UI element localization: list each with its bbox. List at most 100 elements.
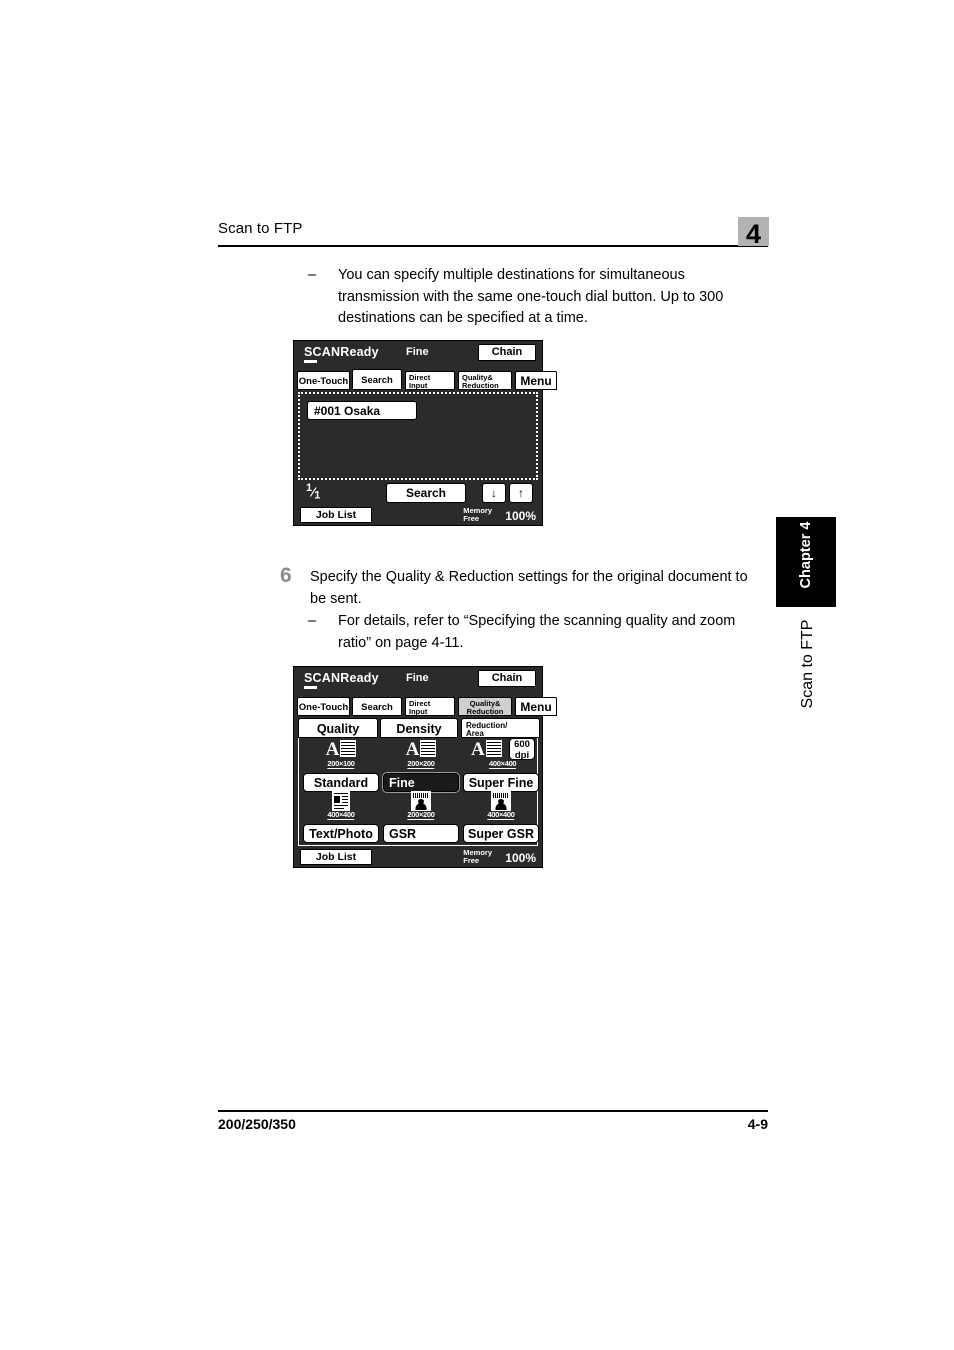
portrait-photo-glyph [491, 791, 511, 811]
step-6-text: Specify the Quality & Reduction settings… [310, 569, 748, 607]
chapter-number-box: 4 [738, 217, 769, 249]
lcd1-underscore-indicator [304, 360, 317, 363]
lcd2-tab-direct-input[interactable]: Direct Input [405, 697, 455, 716]
dpi-button-line2: dpi [514, 749, 530, 761]
letter-a-glyph: A [325, 739, 340, 760]
quality-option-text-photo-button[interactable]: Text/Photo [303, 824, 379, 843]
lcd1-status-text: SCANReady [304, 345, 379, 359]
quality-option-gsr-resolution: 200×200 [407, 810, 435, 820]
step-6-number: 6 [280, 564, 292, 587]
lcd2-subtab-reduction-area-label2: Area [466, 729, 484, 738]
chapter-number-text: 4 [745, 219, 762, 249]
quality-option-gsr[interactable]: 200×200 GSR [383, 791, 459, 843]
lcd2-tab-menu[interactable]: Menu [515, 697, 557, 716]
lcd2-subtab-reduction-area[interactable]: Reduction/ Area [461, 718, 540, 738]
lcd-panel-quality[interactable]: SCANReady Fine Chain One-Touch Search Di… [293, 666, 557, 868]
footer-rule [218, 1110, 768, 1112]
lcd2-tab-one-touch[interactable]: One-Touch [297, 697, 350, 716]
lcd2-job-list-button[interactable]: Job List [300, 849, 372, 865]
lcd2-chain-button[interactable]: Chain [478, 670, 536, 687]
dpi-button[interactable]: 600 dpi [509, 738, 535, 760]
lcd2-tab-row: One-Touch Search Direct Input Quality& R… [297, 697, 557, 718]
text-photo-doc-glyph [332, 791, 350, 811]
lcd1-tab-search[interactable]: Search [352, 369, 402, 390]
letter-a-glyph: A [471, 739, 485, 760]
lcd1-tab-direct-input-label2: Input [409, 381, 428, 390]
doc-lines-glyph [420, 740, 437, 757]
dpi-button-line1: 600 [514, 739, 530, 750]
lcd2-subtab-quality[interactable]: Quality [298, 718, 378, 738]
doc-lines-glyph [340, 740, 357, 757]
quality-option-text-photo[interactable]: 400×400 Text/Photo [303, 791, 379, 843]
lcd2-memory-percent: 100% [505, 851, 536, 865]
lcd1-page-total: 1 [314, 489, 321, 502]
text-doc-icon: A 200×100 [303, 740, 379, 770]
running-header: Scan to FTP [218, 219, 768, 247]
lcd2-tab-search-label: Search [361, 702, 393, 713]
lcd2-quality-grid: A 200×100 Standard A 200×200 Fine A 400×… [298, 738, 539, 846]
quality-option-standard[interactable]: A 200×100 Standard [303, 740, 379, 792]
lcd1-tab-quality-reduction-label2: Reduction [462, 381, 499, 390]
letter-a-glyph: A [405, 739, 420, 760]
dash-mark: – [308, 267, 317, 283]
lcd1-search-button[interactable]: Search [386, 483, 466, 503]
note-bullet-1-text: You can specify multiple destinations fo… [338, 267, 724, 326]
lcd1-page-current: 1 [306, 482, 313, 494]
dash-mark-2: – [308, 613, 317, 629]
lcd2-tab-quality-reduction[interactable]: Quality& Reduction [458, 697, 512, 716]
quality-option-super-fine-button[interactable]: Super Fine [463, 773, 539, 792]
lcd1-destination-item[interactable]: #001 Osaka [307, 401, 417, 420]
lcd1-job-list-button[interactable]: Job List [300, 507, 372, 523]
lcd1-tab-menu[interactable]: Menu [515, 371, 557, 390]
lcd2-status-bar: Job List Memory Free 100% [294, 848, 542, 865]
lcd1-tab-direct-input[interactable]: Direct Input [405, 371, 455, 390]
quality-option-gsr-button[interactable]: GSR [383, 824, 459, 843]
lcd1-destination-list[interactable]: #001 Osaka [298, 392, 538, 480]
lcd1-page-counter: 1⁄1 [306, 482, 321, 502]
sidebar-section-label-text: Scan to FTP [799, 619, 816, 709]
quality-option-fine-button[interactable]: Fine [382, 772, 460, 793]
lcd2-tab-quality-reduction-label2: Reduction [466, 707, 504, 716]
lcd2-topbar: SCANReady Fine Chain [294, 667, 542, 697]
scroll-down-arrow-icon[interactable]: ↓ [482, 483, 506, 503]
header-section-title: Scan to FTP [218, 220, 303, 237]
lcd1-memory-percent: 100% [505, 509, 536, 523]
lcd1-tab-one-touch-label: One-Touch [298, 376, 349, 387]
header-rule [218, 245, 768, 247]
lcd1-tab-one-touch[interactable]: One-Touch [297, 371, 350, 390]
quality-option-standard-resolution: 200×100 [327, 759, 355, 769]
quality-option-fine[interactable]: A 200×200 Fine [382, 740, 460, 793]
footer-page-number: 4-9 [747, 1116, 768, 1132]
lcd2-subtab-density-label: Density [396, 722, 442, 736]
lcd1-tab-menu-label: Menu [520, 374, 552, 388]
lcd2-tab-direct-input-label2: Input [409, 707, 428, 716]
photo-icon: 200×200 [383, 791, 459, 821]
lcd1-tab-search-label: Search [361, 375, 393, 386]
quality-option-super-gsr-button[interactable]: Super GSR [463, 824, 539, 843]
lcd2-underscore-indicator [304, 686, 317, 689]
sidebar-section-label: Scan to FTP [748, 600, 868, 709]
lcd2-subtab-density[interactable]: Density [380, 718, 458, 738]
lcd1-control-row: 1⁄1 Search ↓ ↑ [298, 480, 538, 506]
text-doc-icon: A 200×200 [383, 740, 459, 770]
lcd1-tab-quality-reduction[interactable]: Quality& Reduction [458, 371, 512, 390]
lcd2-memory-free-line2: Free [463, 855, 480, 865]
quality-option-text-photo-resolution: 400×400 [327, 810, 355, 820]
photo-icon: 400×400 [463, 791, 539, 821]
quality-option-standard-button[interactable]: Standard [303, 773, 379, 792]
quality-option-super-gsr-resolution: 400×400 [487, 810, 515, 820]
quality-option-fine-resolution: 200×200 [407, 759, 435, 769]
lcd1-status-bar: Job List Memory Free 100% [294, 506, 542, 523]
scroll-up-arrow-icon[interactable]: ↑ [509, 483, 533, 503]
lcd2-subtab-row: Quality Density Reduction/ Area [298, 718, 540, 738]
lcd2-subtab-quality-label: Quality [316, 722, 360, 736]
lcd1-chain-button[interactable]: Chain [478, 344, 536, 361]
lcd2-tab-search[interactable]: Search [352, 697, 402, 716]
quality-option-super-gsr[interactable]: 400×400 Super GSR [463, 791, 539, 843]
lcd2-tab-menu-label: Menu [520, 700, 552, 714]
lcd-panel-search[interactable]: SCANReady Fine Chain One-Touch Search Di… [293, 340, 557, 526]
lcd1-tab-row: One-Touch Search Direct Input Quality& R… [297, 369, 557, 392]
lcd1-memory-free-label: Memory Free [463, 507, 492, 522]
portrait-photo-glyph [411, 791, 431, 811]
lcd2-memory-free-label: Memory Free [463, 849, 492, 864]
